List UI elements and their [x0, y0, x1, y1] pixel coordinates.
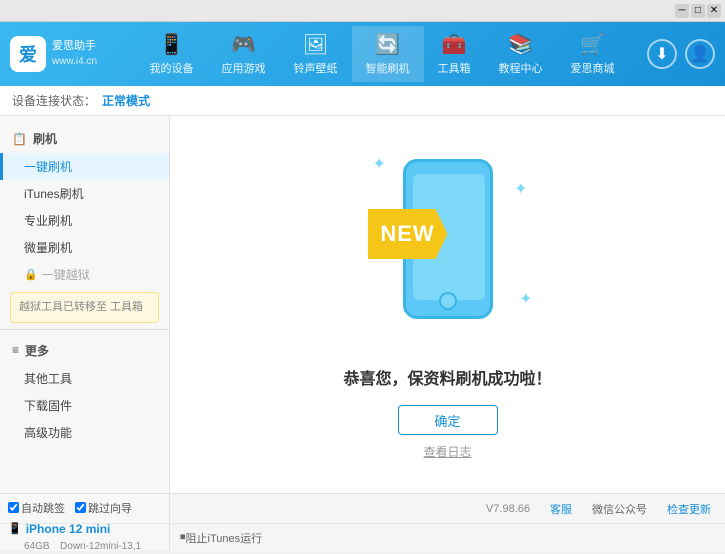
sidebar-item-save-flash[interactable]: 微量刷机	[0, 234, 169, 261]
sidebar-item-one-click-flash[interactable]: 一键刷机	[0, 153, 169, 180]
game-icon: 🎮	[231, 32, 256, 57]
auto-sign-checkbox[interactable]	[8, 502, 19, 513]
sidebar-item-other-tools[interactable]: 其他工具	[0, 365, 169, 392]
shop-icon: 🛒	[580, 32, 605, 57]
status-label: 设备连接状态：	[12, 92, 96, 109]
customer-service-link[interactable]: 客服	[550, 501, 572, 517]
content-area: ✦ ✦ ✦ NEW 恭喜您，保资料刷机成功啦！ 确定 查看日志	[170, 116, 725, 493]
logo-icon: 爱	[10, 36, 46, 72]
lock-icon: 🔒	[24, 268, 38, 281]
nav-shop[interactable]: 🛒 爱思商城	[557, 26, 629, 82]
bottom-left: 自动跳签 跳过向导	[0, 494, 170, 523]
book-icon: 📚	[508, 32, 533, 57]
device-storage: 64GB	[24, 541, 50, 552]
header: 爱 爱思助手 www.i4.cn 📱 我的设备 🎮 应用游戏 🖼 铃声壁纸 🔄 …	[0, 22, 725, 86]
title-bar: ─ □ ✕	[0, 0, 725, 22]
wallpaper-icon: 🖼	[303, 32, 328, 57]
user-button[interactable]: 👤	[685, 39, 715, 69]
status-value: 正常模式	[102, 92, 150, 109]
nav-my-device[interactable]: 📱 我的设备	[136, 26, 208, 82]
check-update-link[interactable]: 检查更新	[667, 501, 711, 517]
version-text: V7.98.66	[486, 503, 530, 515]
logo-text: 爱思助手 www.i4.cn	[52, 39, 97, 68]
itunes-status-bar: ⏹ 阻止iTunes运行	[170, 524, 725, 551]
sidebar-group-more: ≡ 更多	[0, 336, 169, 365]
sidebar-divider	[0, 329, 169, 330]
device-model: Down-12mini-13,1	[60, 541, 141, 552]
nav-tutorials[interactable]: 📚 教程中心	[485, 26, 557, 82]
skip-wizard-checkbox[interactable]	[75, 502, 86, 513]
itunes-status-text: 阻止iTunes运行	[186, 530, 263, 546]
sidebar-item-download-firmware[interactable]: 下载固件	[0, 392, 169, 419]
nav-smart-flash[interactable]: 🔄 智能刷机	[352, 26, 424, 82]
phone-home-button	[439, 292, 457, 310]
confirm-button[interactable]: 确定	[398, 405, 498, 435]
sidebar-item-advanced[interactable]: 高级功能	[0, 419, 169, 446]
device-bar: 📱 iPhone 12 mini 64GB Down-12mini-13,1 ⏹…	[0, 523, 725, 551]
more-group-icon: ≡	[12, 343, 19, 357]
sparkle-2: ✦	[514, 179, 527, 199]
phone-icon: 📱	[159, 32, 184, 57]
wechat-link[interactable]: 微信公众号	[592, 501, 647, 517]
refresh-icon: 🔄	[375, 32, 400, 57]
sidebar-group-flash: 📋 刷机	[0, 124, 169, 153]
flash-group-icon: 📋	[12, 132, 27, 146]
minimize-button[interactable]: ─	[675, 4, 689, 18]
nav-wallpaper[interactable]: 🖼 铃声壁纸	[280, 26, 352, 82]
checkbox-auto-sign[interactable]: 自动跳签	[8, 500, 65, 516]
maximize-button[interactable]: □	[691, 4, 705, 18]
sidebar-note: 越狱工具已转移至 工具箱	[10, 292, 159, 323]
sparkle-3: ✦	[519, 289, 532, 309]
status-bar: 设备连接状态： 正常模式	[0, 86, 725, 116]
success-text: 恭喜您，保资料刷机成功啦！	[343, 365, 551, 389]
checkbox-row: 自动跳签 跳过向导	[8, 500, 161, 516]
user-icon: 👤	[690, 44, 710, 64]
nav-toolbox[interactable]: 🧰 工具箱	[424, 26, 485, 82]
main-layout: 📋 刷机 一键刷机 iTunes刷机 专业刷机 微量刷机 🔒 一键越狱 越狱工具…	[0, 116, 725, 493]
daily-link[interactable]: 查看日志	[423, 443, 471, 460]
new-badge: NEW	[368, 209, 448, 259]
device-info: 📱 iPhone 12 mini 64GB Down-12mini-13,1	[0, 524, 170, 551]
bottom-bar: 自动跳签 跳过向导 V7.98.66 客服 微信公众号 检查更新	[0, 493, 725, 523]
sidebar-item-pro-flash[interactable]: 专业刷机	[0, 207, 169, 234]
phone-small-icon: 📱	[8, 522, 22, 535]
nav-apps[interactable]: 🎮 应用游戏	[208, 26, 280, 82]
sidebar-item-jailbreak: 🔒 一键越狱	[0, 261, 169, 288]
sidebar: 📋 刷机 一键刷机 iTunes刷机 专业刷机 微量刷机 🔒 一键越狱 越狱工具…	[0, 116, 170, 493]
close-button[interactable]: ✕	[707, 4, 721, 18]
device-name: iPhone 12 mini	[26, 522, 111, 536]
download-button[interactable]: ⬇	[647, 39, 677, 69]
header-actions: ⬇ 👤	[647, 39, 715, 69]
sparkle-1: ✦	[373, 154, 386, 174]
toolbox-icon: 🧰	[442, 32, 467, 57]
bottom-right: V7.98.66 客服 微信公众号 检查更新	[170, 494, 725, 523]
success-illustration: ✦ ✦ ✦ NEW	[358, 149, 538, 349]
nav-items: 📱 我的设备 🎮 应用游戏 🖼 铃声壁纸 🔄 智能刷机 🧰 工具箱 📚 教程中心…	[117, 26, 647, 82]
download-icon: ⬇	[655, 44, 668, 64]
logo-area: 爱 爱思助手 www.i4.cn	[10, 36, 97, 72]
sidebar-item-itunes-flash[interactable]: iTunes刷机	[0, 180, 169, 207]
checkbox-skip-wizard[interactable]: 跳过向导	[75, 500, 132, 516]
